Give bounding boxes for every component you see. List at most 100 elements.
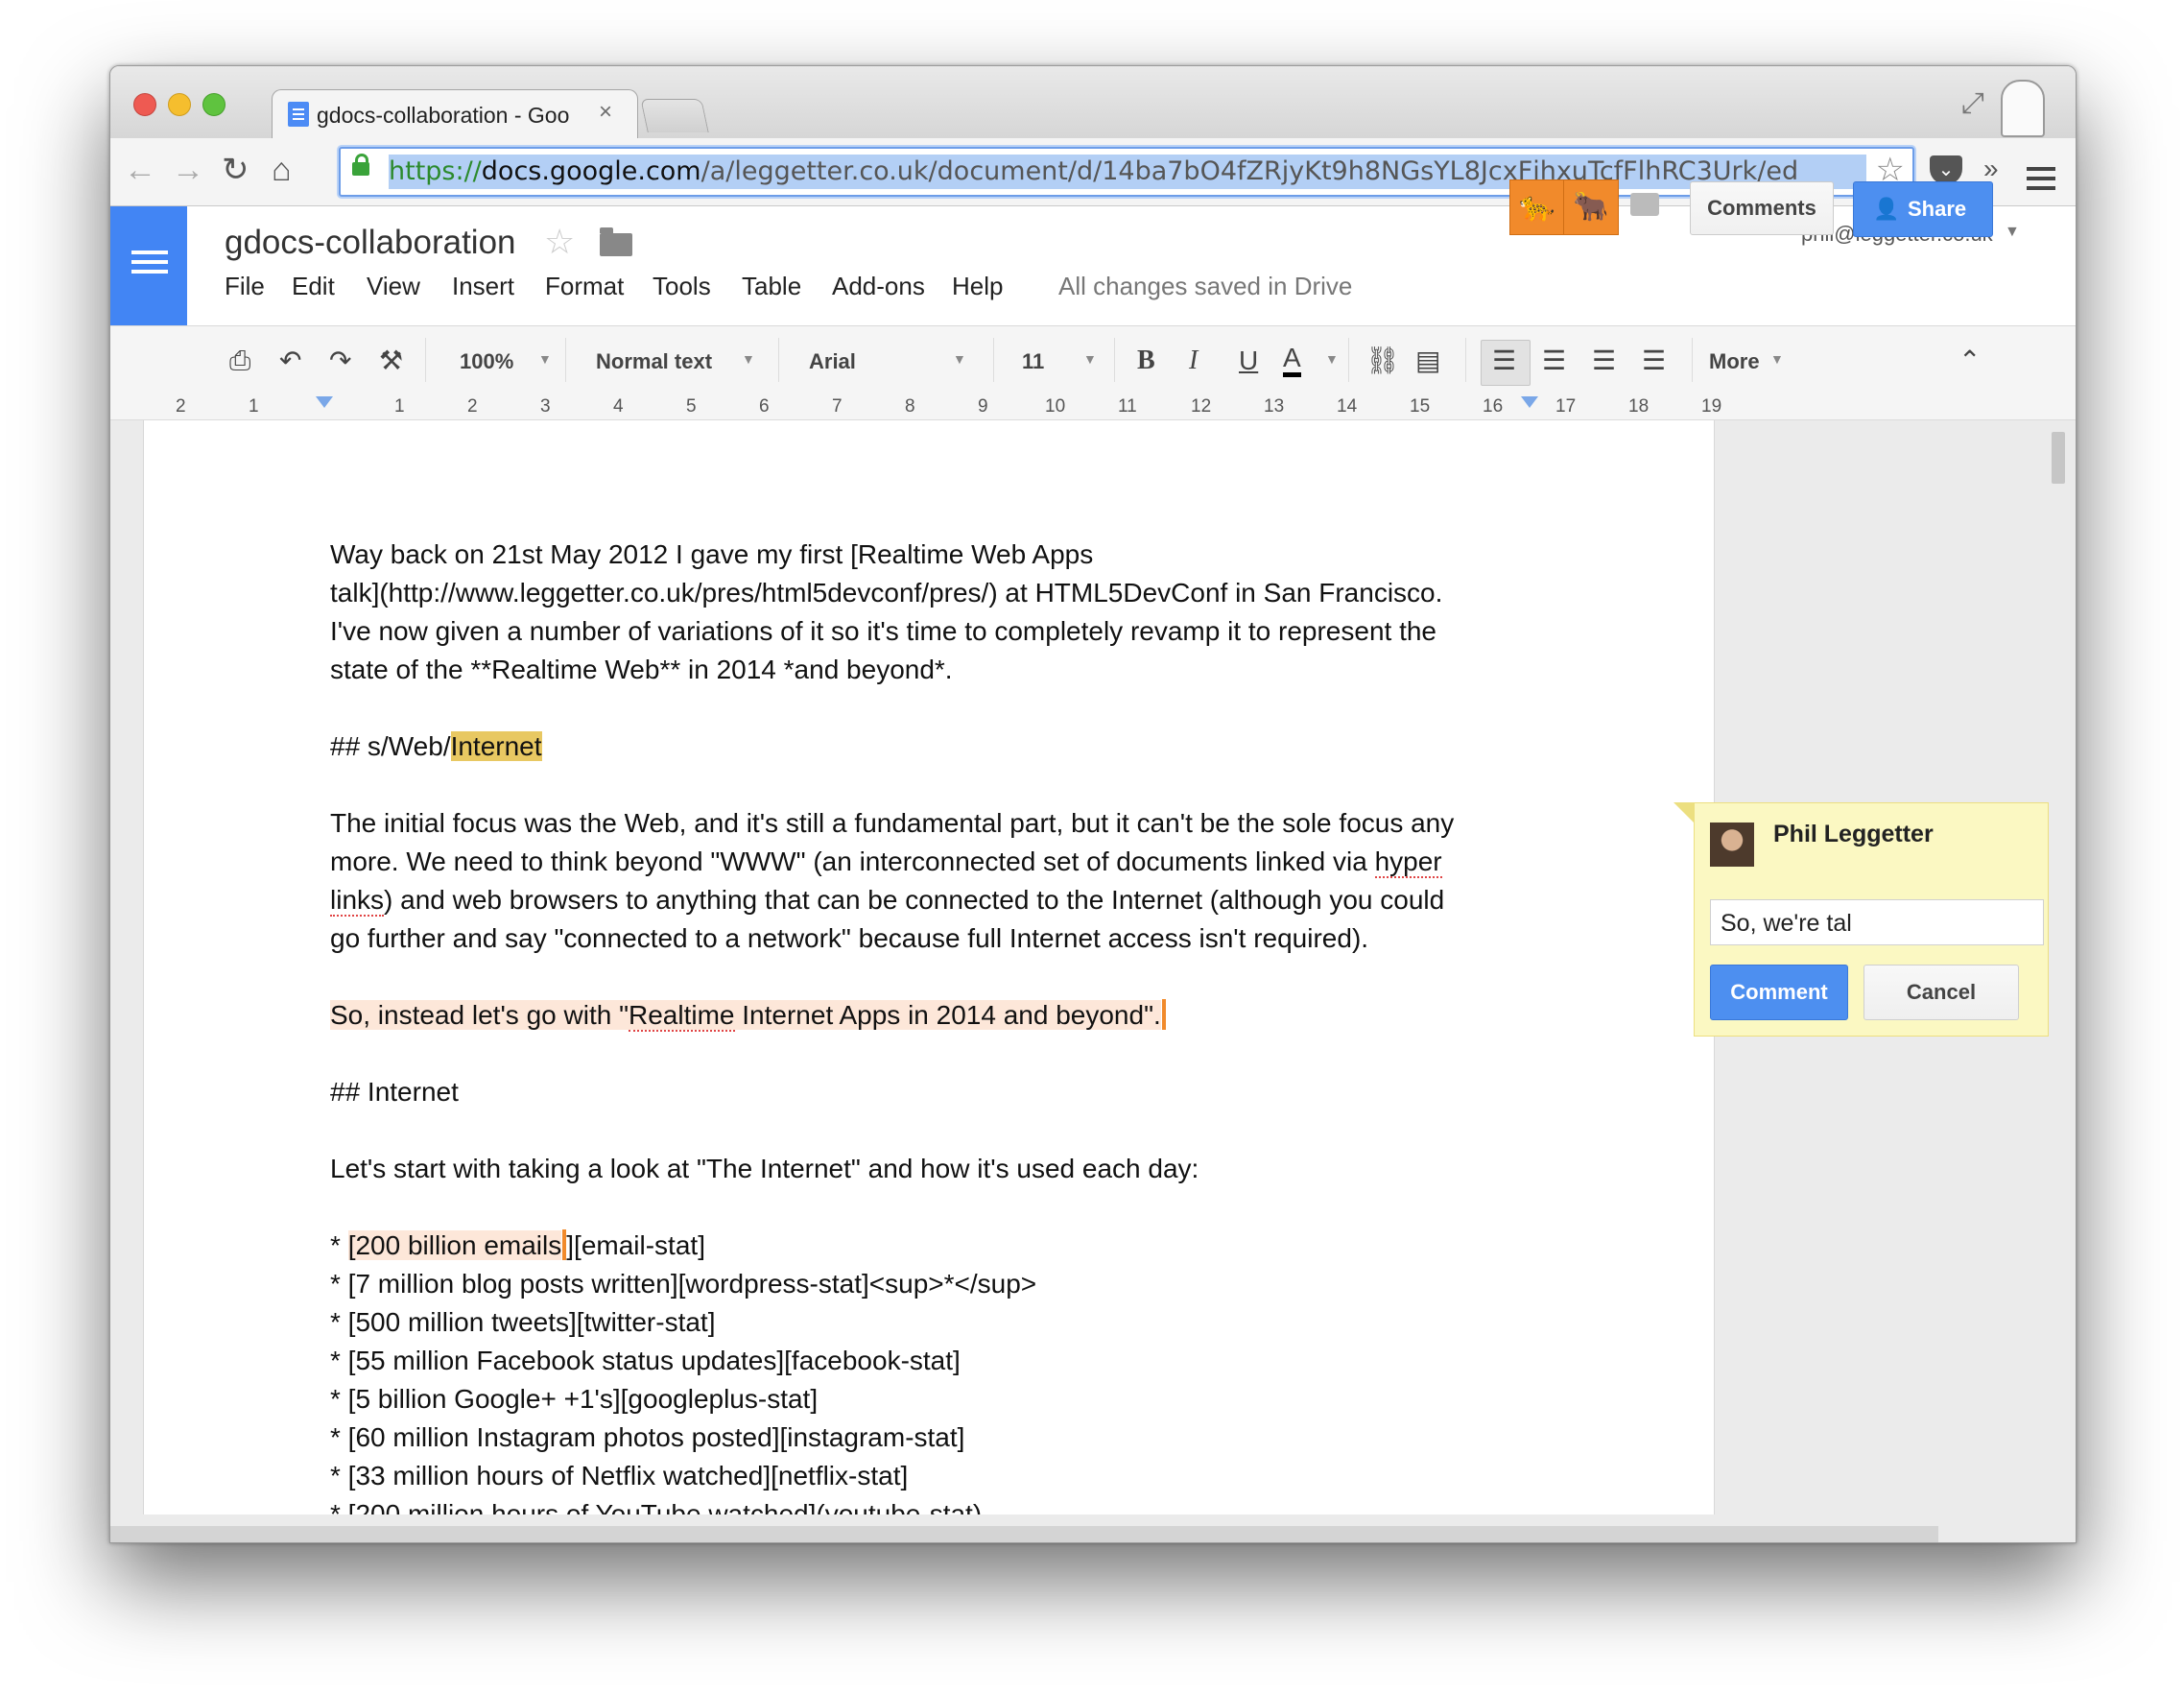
ruler-label: 1 (394, 396, 405, 417)
horizontal-scrollbar[interactable] (110, 1526, 1938, 1542)
url-host: docs.google.com (481, 156, 701, 186)
menu-help[interactable]: Help (952, 272, 1003, 301)
comment-submit-button[interactable]: Comment (1710, 965, 1848, 1020)
share-button[interactable]: 👤 Share (1853, 181, 1993, 237)
collaborator-avatar-2[interactable]: 🐂 (1563, 179, 1619, 235)
menu-view[interactable]: View (367, 272, 420, 301)
ruler-label: 12 (1191, 396, 1212, 417)
print-icon[interactable]: ⎙ (229, 344, 250, 378)
chrome-menu-icon[interactable] (2027, 167, 2055, 171)
avatar (1710, 823, 1754, 867)
ruler-label: 10 (1045, 396, 1066, 417)
text-color-button[interactable]: A (1283, 344, 1301, 377)
fullscreen-icon[interactable]: ⤢ (1961, 87, 1984, 120)
misspelled-word[interactable]: links (330, 885, 385, 917)
tab-close-icon[interactable]: × (599, 99, 612, 126)
style-caret-icon[interactable]: ▼ (742, 351, 755, 367)
menu-format[interactable]: Format (545, 272, 624, 301)
address-bar[interactable]: https://docs.google.com/a/leggetter.co.u… (339, 147, 1914, 197)
comment-cancel-button[interactable]: Cancel (1864, 965, 2019, 1020)
list-item: * [5 billion Google+ +1's][googleplus-st… (330, 1384, 819, 1414)
list-item: * [200 million hours of YouTube watched]… (330, 1499, 983, 1514)
ruler-label: 5 (686, 396, 697, 417)
forward-icon[interactable]: → (172, 150, 204, 190)
redo-icon[interactable]: ↷ (329, 344, 351, 378)
document-body[interactable]: Way back on 21st May 2012 I gave my firs… (330, 536, 1578, 1514)
browser-tab[interactable]: gdocs-collaboration - Goo × (272, 89, 638, 140)
url-text[interactable]: https://docs.google.com/a/leggetter.co.u… (389, 155, 1866, 189)
bold-button[interactable]: B (1137, 344, 1155, 378)
document-page[interactable]: Way back on 21st May 2012 I gave my firs… (143, 420, 1715, 1514)
paint-format-icon[interactable]: ⚒ (379, 344, 403, 378)
list-item: * [7 million blog posts written][wordpre… (330, 1269, 1037, 1299)
comment-icon[interactable]: ▤ (1415, 344, 1440, 378)
close-window-button[interactable] (133, 93, 156, 116)
menu-addons[interactable]: Add-ons (832, 272, 925, 301)
menu-edit[interactable]: Edit (292, 272, 335, 301)
left-indent-marker[interactable] (316, 396, 333, 408)
align-center-icon[interactable]: ☰ (1542, 344, 1566, 378)
collaborator-avatar-1[interactable]: 🐆 (1509, 179, 1565, 235)
zoom-window-button[interactable] (202, 93, 226, 116)
menu-table[interactable]: Table (742, 272, 801, 301)
more-caret-icon[interactable]: ▼ (1770, 351, 1784, 367)
chat-icon[interactable] (1630, 193, 1659, 216)
text-span: * (330, 1230, 348, 1260)
size-caret-icon[interactable]: ▼ (1083, 351, 1097, 367)
menu-insert[interactable]: Insert (452, 272, 514, 301)
animal-icon: 🐆 (1519, 191, 1555, 223)
align-left-icon[interactable]: ☰ (1492, 344, 1516, 378)
home-icon[interactable]: ⌂ (272, 150, 292, 190)
ruler-label: 15 (1410, 396, 1431, 417)
font-select[interactable]: Arial (809, 349, 856, 374)
link-icon[interactable]: ⛓ (1365, 344, 1400, 378)
ruler-label: 2 (467, 396, 478, 417)
back-icon[interactable]: ← (124, 150, 156, 190)
minimize-window-button[interactable] (168, 93, 191, 116)
more-button[interactable]: More (1709, 349, 1760, 374)
misspelled-word[interactable]: hyper (1374, 846, 1442, 878)
font-size-select[interactable]: 11 (1022, 349, 1044, 374)
font-caret-icon[interactable]: ▼ (953, 351, 966, 367)
profile-icon[interactable] (2001, 80, 2045, 137)
formatting-toolbar: ⎙ ↶ ↷ ⚒ 100% ▼ Normal text ▼ Arial ▼ 11 … (110, 325, 2076, 396)
url-path: /a/leggetter.co.uk/document/d/14ba7bO4fZ… (700, 156, 1799, 186)
extensions-overflow-icon[interactable]: » (1983, 154, 1999, 184)
docs-home-icon[interactable] (110, 206, 187, 325)
ruler-label: 6 (759, 396, 770, 417)
menu-tools[interactable]: Tools (653, 272, 711, 301)
ruler-label: 16 (1483, 396, 1504, 417)
folder-icon[interactable] (600, 227, 632, 256)
save-status[interactable]: All changes saved in Drive (1058, 272, 1352, 301)
right-indent-marker[interactable] (1521, 396, 1538, 408)
document-title[interactable]: gdocs-collaboration (225, 224, 516, 262)
new-tab-button[interactable] (640, 99, 709, 132)
comments-button[interactable]: Comments (1690, 181, 1834, 235)
vertical-scrollbar[interactable] (2052, 432, 2065, 484)
align-right-icon[interactable]: ☰ (1592, 344, 1616, 378)
ruler-label: 11 (1118, 396, 1137, 417)
style-select[interactable]: Normal text (596, 349, 712, 374)
collaborator-cursor (1161, 999, 1166, 1030)
menu-file[interactable]: File (225, 272, 265, 301)
collapse-toolbar-icon[interactable]: ⌃ (1958, 344, 1981, 378)
comment-input[interactable]: So, we're tal (1710, 899, 2044, 945)
reload-icon[interactable]: ↻ (222, 150, 249, 190)
justify-icon[interactable]: ☰ (1642, 344, 1666, 378)
paragraph-line: links) and web browsers to anything that… (330, 881, 1578, 919)
docs-favicon-icon (288, 102, 309, 127)
misspelled-word[interactable]: Realtime (629, 1000, 735, 1032)
pocket-icon[interactable]: ⌄ (1930, 155, 1962, 184)
ruler-label: 1 (249, 396, 259, 417)
collaborator-selection: [200 billion emails (347, 1230, 562, 1260)
zoom-caret-icon[interactable]: ▼ (538, 351, 552, 367)
text-span: ) and web browsers to anything that can … (384, 885, 1445, 915)
people-icon: 👤 (1873, 197, 1900, 221)
chevron-down-icon[interactable]: ▼ (2005, 224, 2020, 241)
italic-button[interactable]: I (1189, 344, 1198, 378)
underline-button[interactable]: U (1239, 344, 1258, 378)
zoom-select[interactable]: 100% (460, 349, 513, 374)
text-color-caret-icon[interactable]: ▼ (1325, 351, 1339, 367)
star-document-icon[interactable]: ☆ (544, 222, 575, 262)
undo-icon[interactable]: ↶ (279, 344, 301, 378)
